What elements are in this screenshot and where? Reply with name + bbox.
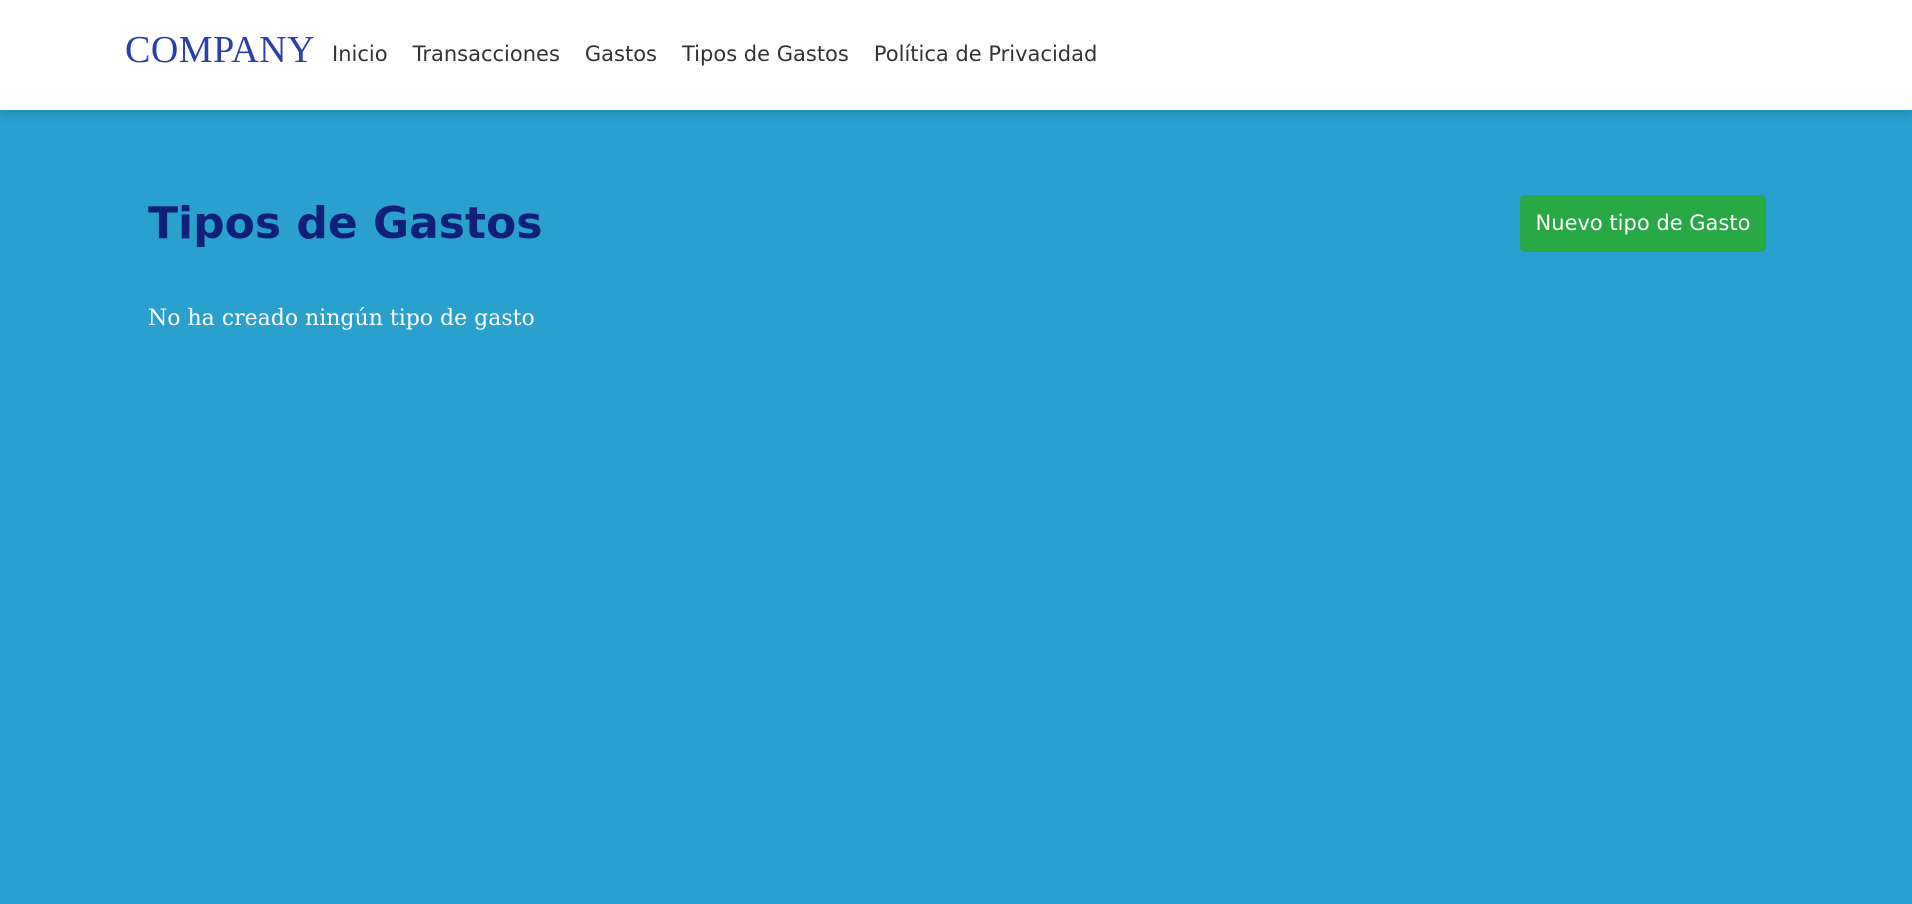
empty-state-message: No ha creado ningún tipo de gasto <box>148 306 535 331</box>
main-content: Tipos de Gastos Nuevo tipo de Gasto No h… <box>0 110 1912 904</box>
nav-item-tipos-de-gastos[interactable]: Tipos de Gastos <box>682 38 849 70</box>
nav-menu: Inicio Transacciones Gastos Tipos de Gas… <box>332 38 1122 70</box>
nav-item-inicio[interactable]: Inicio <box>332 38 388 70</box>
new-expense-type-button[interactable]: Nuevo tipo de Gasto <box>1520 195 1766 252</box>
brand-logo[interactable]: COMPANY <box>125 26 315 74</box>
nav-item-politica-de-privacidad[interactable]: Política de Privacidad <box>874 38 1097 70</box>
nav-item-transacciones[interactable]: Transacciones <box>413 38 560 70</box>
page-title: Tipos de Gastos <box>148 198 543 249</box>
navbar: COMPANY Inicio Transacciones Gastos Tipo… <box>0 0 1912 110</box>
nav-item-gastos[interactable]: Gastos <box>585 38 657 70</box>
